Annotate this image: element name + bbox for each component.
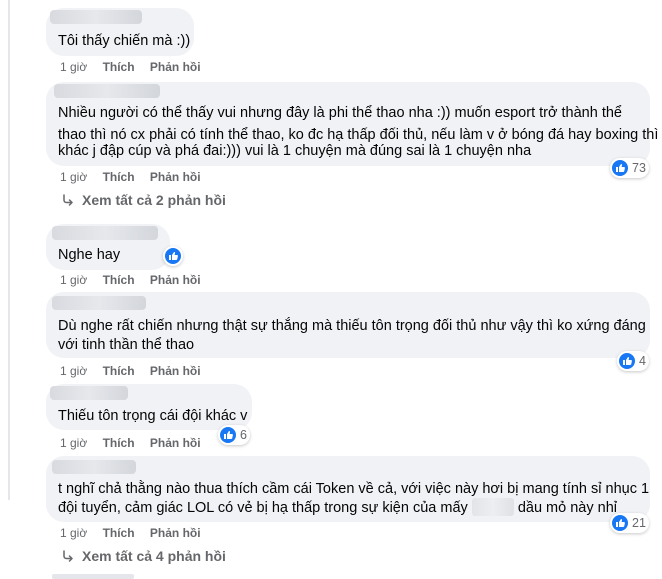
comment-actions: 1 giờ Thích Phản hồi bbox=[60, 170, 213, 184]
reaction-count[interactable]: 6 bbox=[218, 425, 250, 445]
like-button[interactable]: Thích bbox=[103, 60, 135, 74]
comment-text-line: khác j đập cúp và phá đai:))) vui là 1 c… bbox=[58, 143, 532, 159]
view-replies-label: Xem tất cả 4 phản hồi bbox=[82, 548, 226, 564]
comment-text: Thiếu tôn trọng cái đội khác v bbox=[58, 408, 248, 424]
reply-button[interactable]: Phản hồi bbox=[150, 273, 201, 287]
like-icon bbox=[165, 248, 181, 264]
comment-actions: 1 giờ Thích Phản hồi bbox=[60, 526, 213, 540]
author-name-redacted bbox=[52, 296, 146, 310]
reaction-count[interactable]: 73 bbox=[610, 158, 649, 178]
comment-time[interactable]: 1 giờ bbox=[60, 273, 87, 287]
author-name-redacted bbox=[50, 10, 142, 24]
comment-actions: 1 giờ Thích Phản hồi bbox=[60, 436, 213, 450]
comment-actions: 1 giờ Thích Phản hồi bbox=[60, 60, 213, 74]
reaction-number: 73 bbox=[632, 161, 646, 175]
like-icon bbox=[612, 160, 628, 176]
reaction-count[interactable] bbox=[163, 246, 183, 266]
reaction-number: 21 bbox=[632, 516, 646, 530]
like-button[interactable]: Thích bbox=[103, 436, 135, 450]
like-icon bbox=[220, 427, 236, 443]
reaction-number: 6 bbox=[240, 428, 247, 442]
author-name-redacted bbox=[52, 460, 136, 474]
reply-button[interactable]: Phản hồi bbox=[150, 436, 201, 450]
view-replies-button[interactable]: Xem tất cả 4 phản hồi bbox=[62, 548, 226, 564]
comment-time[interactable]: 1 giờ bbox=[60, 526, 87, 540]
reaction-count[interactable]: 4 bbox=[617, 351, 649, 371]
comment-time[interactable]: 1 giờ bbox=[60, 436, 87, 450]
comment-text-segment: đội tuyển, cảm giác LOL có vẻ bị hạ thấp… bbox=[58, 500, 468, 516]
author-name-redacted bbox=[50, 386, 128, 400]
view-replies-label: Xem tất cả 2 phản hồi bbox=[82, 192, 226, 208]
comment-text-line: đội tuyển, cảm giác LOL có vẻ bị hạ thấp… bbox=[58, 497, 617, 519]
like-icon bbox=[612, 515, 628, 531]
comment-text-segment: dầu mỏ này nhỉ bbox=[517, 500, 617, 516]
comment-actions: 1 giờ Thích Phản hồi bbox=[60, 273, 213, 287]
comment-actions: 1 giờ Thích Phản hồi bbox=[60, 364, 213, 378]
author-name-redacted bbox=[54, 84, 160, 98]
redacted-word bbox=[471, 498, 514, 516]
comment-text: Nghe hay bbox=[58, 247, 121, 263]
author-name-redacted bbox=[52, 226, 158, 240]
reaction-number: 4 bbox=[639, 354, 646, 368]
like-button[interactable]: Thích bbox=[103, 364, 135, 378]
comment-time[interactable]: 1 giờ bbox=[60, 60, 87, 74]
comment-text: Tôi thấy chiến mà :)) bbox=[58, 33, 191, 49]
comment-time[interactable]: 1 giờ bbox=[60, 170, 87, 184]
view-replies-button[interactable]: Xem tất cả 2 phản hồi bbox=[62, 192, 226, 208]
comment-time[interactable]: 1 giờ bbox=[60, 364, 87, 378]
reply-button[interactable]: Phản hồi bbox=[150, 60, 201, 74]
comment-text-line: với tinh thần thể thao bbox=[58, 337, 195, 353]
reply-button[interactable]: Phản hồi bbox=[150, 170, 201, 184]
like-button[interactable]: Thích bbox=[103, 170, 135, 184]
reply-arrow-icon bbox=[63, 550, 73, 562]
thread-line bbox=[8, 0, 10, 500]
next-comment-author-redacted bbox=[52, 574, 134, 579]
comment-text-line: Nhiều người có thể thấy vui nhưng đây là… bbox=[58, 105, 622, 121]
reply-button[interactable]: Phản hồi bbox=[150, 526, 201, 540]
reaction-count[interactable]: 21 bbox=[610, 513, 649, 533]
like-button[interactable]: Thích bbox=[103, 526, 135, 540]
like-button[interactable]: Thích bbox=[103, 273, 135, 287]
reply-button[interactable]: Phản hồi bbox=[150, 364, 201, 378]
like-icon bbox=[619, 353, 635, 369]
reply-arrow-icon bbox=[63, 194, 73, 206]
